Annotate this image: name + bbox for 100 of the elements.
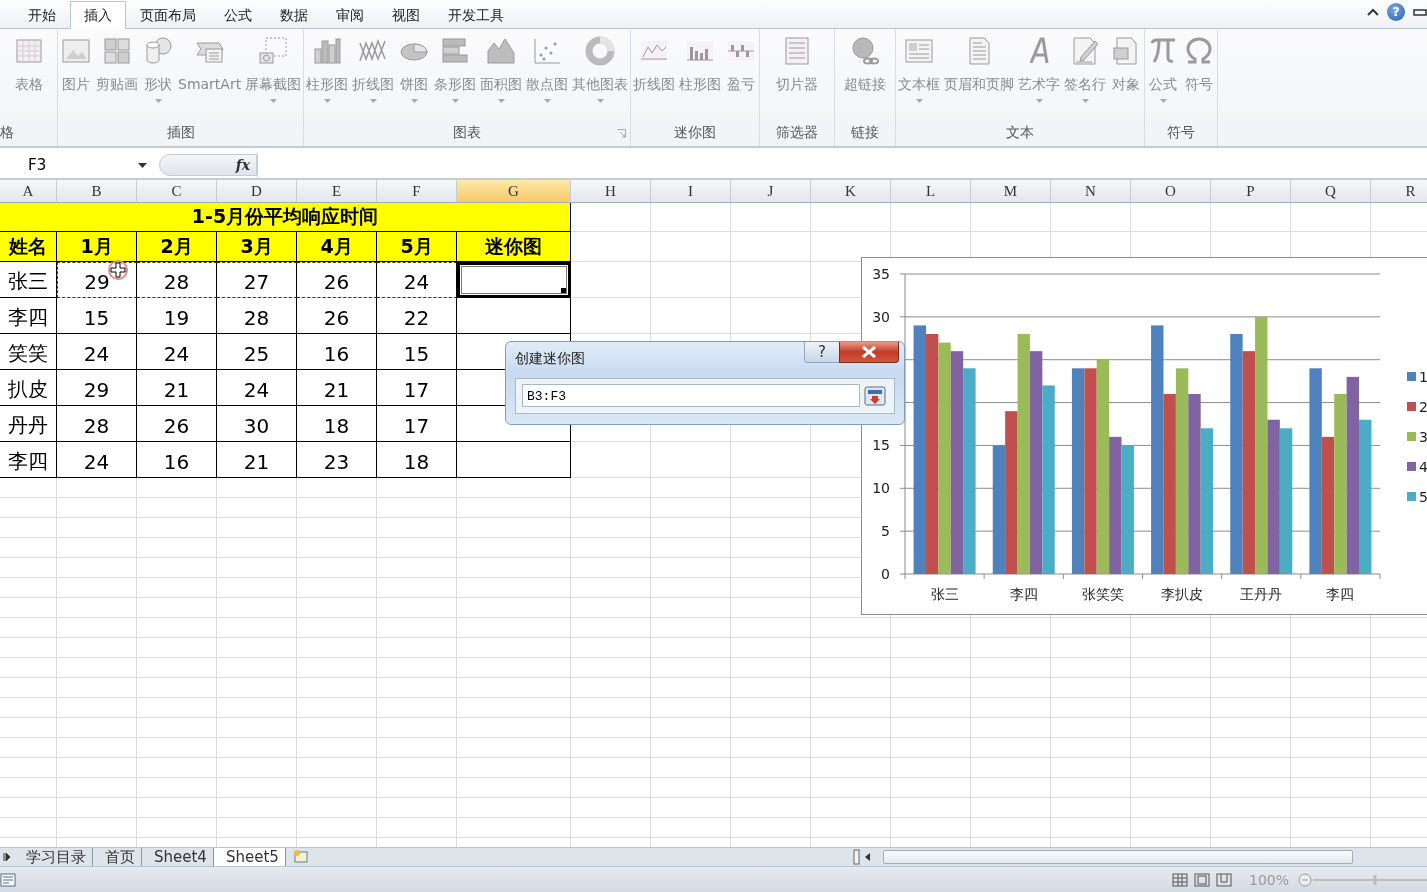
ribbon-tab[interactable]: 数据	[266, 1, 322, 28]
bar[interactable]	[1005, 411, 1018, 574]
help-button[interactable]: ?	[804, 342, 840, 363]
group-label: 格	[0, 123, 15, 142]
range-field[interactable]: B3:F3	[522, 384, 860, 407]
table-cell: 24	[217, 370, 297, 406]
column-header[interactable]: Q	[1291, 180, 1371, 203]
table-cell: 22	[377, 298, 457, 334]
column-header[interactable]: F	[377, 180, 457, 203]
scrollbar-thumb[interactable]	[883, 850, 1353, 864]
axis-label: 0	[881, 566, 890, 582]
category-label: 李四	[1009, 586, 1038, 602]
table-cell: 张三	[0, 262, 57, 298]
bar[interactable]	[992, 445, 1006, 574]
column-header[interactable]: I	[651, 180, 731, 203]
column-header[interactable]: D	[217, 180, 297, 203]
hyperlink-icon	[849, 35, 882, 67]
column-title: 姓名	[0, 232, 57, 262]
column-header[interactable]: N	[1051, 180, 1131, 203]
dialog-launcher-icon[interactable]	[617, 129, 627, 138]
ribbon-tab[interactable]: 页面布局	[126, 1, 210, 28]
column-header[interactable]: P	[1211, 180, 1291, 203]
table-cell: 李四	[0, 442, 57, 478]
ribbon-tab[interactable]: 开始	[14, 1, 70, 28]
bar[interactable]	[1071, 368, 1085, 574]
table-cell: 18	[297, 406, 377, 442]
bar[interactable]	[1109, 436, 1122, 574]
table-cell: 17	[377, 370, 457, 406]
group-label: 插图	[165, 123, 196, 142]
ribbon-tab[interactable]: 公式	[210, 1, 266, 28]
column-title: 2月	[137, 232, 217, 262]
bar[interactable]	[1151, 325, 1164, 574]
column-header[interactable]: E	[297, 180, 377, 203]
table-cell: 24	[57, 442, 137, 478]
bar[interactable]	[1359, 419, 1372, 574]
close-button[interactable]	[839, 342, 899, 363]
name-box[interactable]: F3	[0, 153, 155, 177]
table-cell: 19	[137, 298, 217, 334]
table-cell: 笑笑	[0, 334, 57, 370]
ribbon-tab[interactable]: 视图	[378, 1, 434, 28]
column-header[interactable]: B	[57, 180, 137, 203]
bar[interactable]	[1309, 368, 1322, 574]
axis-label: 10	[872, 480, 890, 497]
bar[interactable]	[1163, 394, 1176, 574]
column-header[interactable]: H	[571, 180, 651, 203]
legend-label: 4	[1419, 459, 1427, 475]
bar[interactable]	[1267, 419, 1280, 574]
axis-label: 30	[872, 308, 890, 325]
table-cell: 16	[297, 334, 377, 370]
collapse-ribbon-icon[interactable]	[1367, 7, 1379, 17]
cursor-icon	[107, 259, 129, 281]
table-cell: 李四	[0, 298, 57, 334]
table-cell: 28	[57, 406, 137, 442]
caret-icon[interactable]	[138, 162, 147, 168]
table-cell: 26	[297, 262, 377, 298]
view-buttons-icon[interactable]	[1170, 871, 1235, 888]
bar[interactable]	[1255, 316, 1268, 574]
table-cell: 丹丹	[0, 406, 57, 442]
dialog-title: 创建迷你图	[515, 350, 585, 368]
column-header[interactable]: L	[891, 180, 971, 203]
column-header[interactable]: O	[1131, 180, 1211, 203]
column-title: 5月	[377, 232, 457, 262]
ribbon-tab[interactable]: 开发工具	[434, 1, 518, 28]
collapse-dialog-icon[interactable]	[864, 386, 886, 406]
table-cell: 16	[137, 442, 217, 478]
bar[interactable]	[1230, 334, 1243, 574]
minimize-icon[interactable]	[1413, 7, 1427, 17]
table-cell: 23	[297, 442, 377, 478]
column-header[interactable]: C	[137, 180, 217, 203]
axis-label: 5	[881, 523, 890, 540]
table-title: 1-5月份平均响应时间	[0, 203, 571, 232]
column-header[interactable]: M	[971, 180, 1051, 203]
chart-area[interactable]: 0 5 10 15 30 35 张三 李四 张笑笑 李扒皮 王丹丹 李四 1 2 3 4 5	[861, 257, 1427, 615]
category-label: 李扒皮	[1161, 586, 1204, 602]
insert-function-button[interactable]: fx	[235, 157, 250, 173]
macro-icon[interactable]	[0, 872, 16, 887]
column-header[interactable]: G	[457, 180, 571, 203]
axis-label: 15	[872, 437, 890, 454]
sheet-tab[interactable]: Sheet5	[213, 848, 286, 866]
bar[interactable]	[963, 368, 976, 574]
bar[interactable]	[1084, 368, 1097, 574]
bar[interactable]	[1188, 394, 1201, 574]
donut-chart-icon	[584, 35, 617, 67]
column-header[interactable]: A	[0, 180, 57, 203]
slider-thumb[interactable]	[1373, 874, 1377, 885]
column-header[interactable]: R	[1371, 180, 1427, 203]
category-label: 李四	[1326, 586, 1355, 602]
zoom-slider[interactable]	[1297, 871, 1427, 888]
column-title: 4月	[297, 232, 377, 262]
table-cell: 扒皮	[0, 370, 57, 406]
close-icon	[861, 346, 877, 358]
table-cell: 21	[217, 442, 297, 478]
ribbon-tab[interactable]: 插入	[70, 1, 126, 29]
active-cell[interactable]	[457, 262, 571, 298]
group-label: 符号	[1166, 123, 1197, 142]
bar[interactable]	[913, 325, 926, 574]
ribbon-tab[interactable]: 审阅	[322, 1, 378, 28]
column-header[interactable]: J	[731, 180, 811, 203]
column-header[interactable]: K	[811, 180, 891, 203]
legend-label: 1	[1419, 369, 1427, 385]
